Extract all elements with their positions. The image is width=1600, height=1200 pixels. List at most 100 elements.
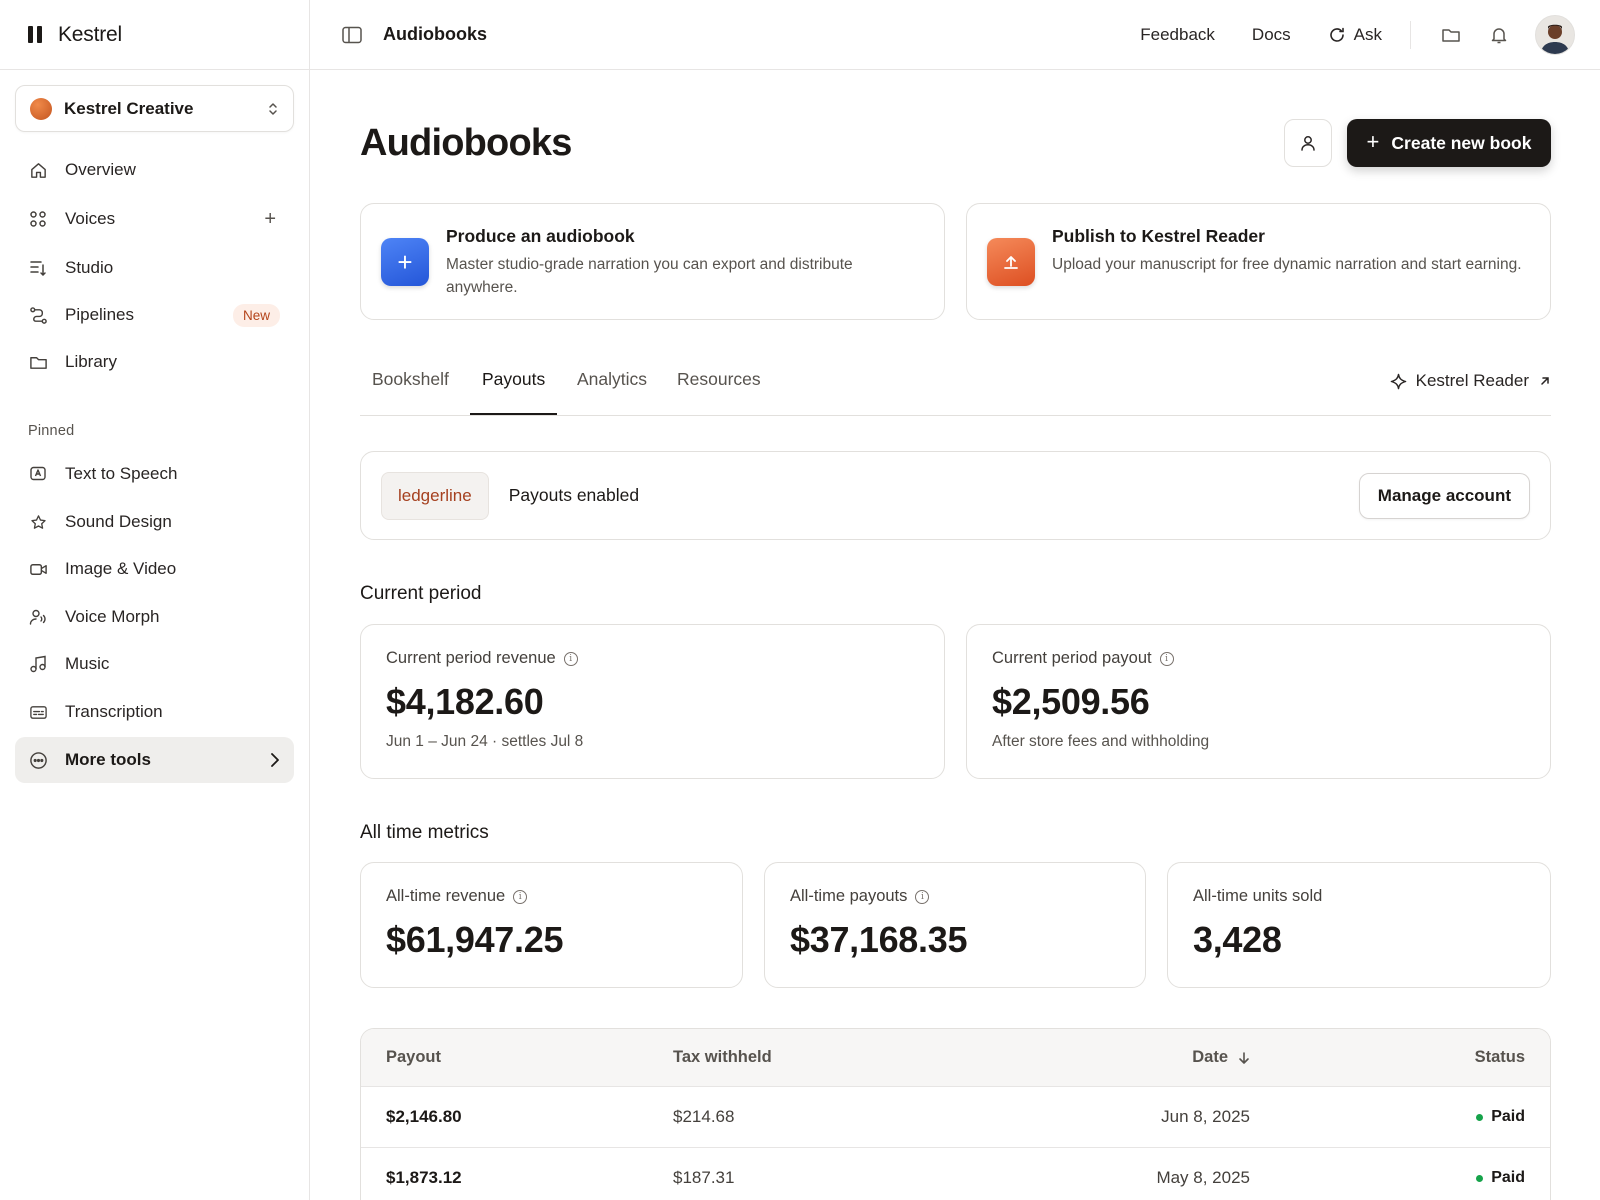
- column-header-payout[interactable]: Payout: [386, 1048, 441, 1067]
- metric-value: $2,509.56: [992, 681, 1150, 722]
- sidebar-item-music[interactable]: Music: [15, 641, 294, 687]
- sidebar-item-library[interactable]: Library: [15, 339, 294, 385]
- chevron-right-icon: [271, 753, 279, 767]
- plus-icon: +: [381, 238, 429, 286]
- sidebar-item-more-tools[interactable]: More tools: [15, 737, 294, 783]
- column-header-status[interactable]: Status: [1475, 1048, 1525, 1067]
- create-new-book-button[interactable]: + Create new book: [1347, 119, 1551, 167]
- voice-morph-icon: [28, 607, 48, 627]
- table-row[interactable]: $2,146.80 $214.68 Jun 8, 2025 Paid: [361, 1087, 1550, 1148]
- topbar-actions: Feedback Docs Ask: [1103, 14, 1575, 55]
- sidebar-item-overview[interactable]: Overview: [15, 147, 294, 193]
- metric-label: Current period payout: [992, 649, 1152, 667]
- new-badge: New: [232, 303, 280, 327]
- main-nav: Overview Voices + Studio Pipelines New L…: [15, 147, 294, 385]
- sparkle-icon: [1390, 373, 1406, 389]
- section-current-period: Current period: [360, 583, 482, 604]
- column-header-date[interactable]: Date: [1192, 1048, 1250, 1067]
- music-icon: [28, 654, 48, 674]
- cell-status: Paid: [1476, 1169, 1525, 1187]
- folder-icon[interactable]: [1441, 25, 1461, 45]
- tab-analytics[interactable]: Analytics: [565, 369, 659, 415]
- kestrel-logo-icon: [28, 26, 42, 43]
- sidebar-item-transcription[interactable]: Transcription: [15, 689, 294, 735]
- sidebar-item-label: Voice Morph: [65, 607, 160, 626]
- sidebar-item-text-to-speech[interactable]: Text to Speech: [15, 451, 294, 497]
- chevron-updown-icon: [269, 102, 277, 115]
- profile-button[interactable]: [1284, 119, 1332, 167]
- brand[interactable]: Kestrel: [0, 0, 309, 70]
- person-icon: [1301, 136, 1315, 151]
- tab-bar: Bookshelf Payouts Analytics Resources Ke…: [360, 355, 1551, 416]
- info-icon[interactable]: i: [563, 651, 578, 666]
- sidebar-item-label: Pipelines: [65, 305, 134, 324]
- kestrel-reader-link[interactable]: Kestrel Reader: [1390, 371, 1551, 391]
- payout-status: Payouts enabled: [508, 485, 640, 505]
- sidebar-item-voice-morph[interactable]: Voice Morph: [15, 594, 294, 640]
- folder-icon: [28, 352, 48, 372]
- sidebar-item-label: More tools: [65, 750, 151, 769]
- cell-tax: $187.31: [673, 1168, 735, 1187]
- transcription-icon: [28, 702, 48, 722]
- column-header-tax[interactable]: Tax withheld: [673, 1048, 772, 1067]
- pipeline-icon: [28, 305, 48, 325]
- docs-link[interactable]: Docs: [1252, 25, 1291, 45]
- tts-icon: [28, 464, 48, 484]
- sidebar: Kestrel Kestrel Creative Overview Voices…: [0, 0, 310, 1200]
- metric-all-time-revenue: All-time revenue i $61,947.25: [360, 862, 743, 988]
- sidebar-item-label: Overview: [65, 160, 136, 179]
- manage-account-button[interactable]: Manage account: [1358, 472, 1530, 519]
- workspace-avatar: [30, 97, 52, 120]
- cell-date: Jun 8, 2025: [1161, 1107, 1250, 1126]
- create-label: Create new book: [1391, 132, 1532, 153]
- feedback-link[interactable]: Feedback: [1140, 25, 1215, 45]
- sidebar-item-sound-design[interactable]: Sound Design: [15, 499, 294, 545]
- upload-icon: [987, 238, 1035, 286]
- metric-label: All-time revenue: [386, 887, 506, 905]
- sidebar-item-pipelines[interactable]: Pipelines New: [15, 292, 294, 338]
- tab-payouts[interactable]: Payouts: [470, 369, 558, 415]
- info-icon[interactable]: i: [513, 889, 528, 904]
- info-icon[interactable]: i: [915, 889, 930, 904]
- tab-bookshelf[interactable]: Bookshelf: [360, 369, 461, 415]
- avatar-portrait: [1541, 24, 1569, 54]
- sidebar-item-voices[interactable]: Voices +: [15, 196, 294, 242]
- pinned-nav: Text to Speech Sound Design Image & Vide…: [15, 451, 294, 783]
- metric-value: 3,428: [1193, 919, 1282, 960]
- metric-value: $37,168.35: [790, 919, 968, 960]
- ask-button[interactable]: Ask: [1328, 25, 1382, 45]
- tab-resources[interactable]: Resources: [665, 369, 773, 415]
- payouts-table: Payout Tax withheld Date Status $2,146.8…: [360, 1028, 1551, 1200]
- sort-down-icon: [1239, 1051, 1249, 1064]
- sidebar-toggle-icon[interactable]: [341, 24, 363, 46]
- sidebar-item-image-video[interactable]: Image & Video: [15, 546, 294, 592]
- sidebar-item-label: Sound Design: [65, 512, 172, 531]
- workspace-switcher[interactable]: Kestrel Creative: [15, 85, 294, 132]
- metric-label: All-time payouts: [790, 887, 908, 905]
- info-icon[interactable]: i: [1159, 651, 1174, 666]
- table-header: Payout Tax withheld Date Status: [361, 1029, 1550, 1087]
- sidebar-item-studio[interactable]: Studio: [15, 245, 294, 291]
- metric-label: Current period revenue: [386, 649, 556, 667]
- add-voice-button[interactable]: +: [264, 208, 276, 231]
- metric-all-time-payouts: All-time payouts i $37,168.35: [764, 862, 1146, 988]
- promo-description: Master studio-grade narration you can ex…: [446, 256, 853, 296]
- refresh-icon: [1329, 27, 1344, 42]
- sidebar-item-label: Transcription: [65, 702, 163, 721]
- topbar: Audiobooks Feedback Docs Ask: [310, 0, 1600, 70]
- promo-card-produce[interactable]: + Produce an audiobook Master studio-gra…: [360, 203, 945, 320]
- topbar-divider: [1410, 20, 1411, 49]
- table-row[interactable]: $1,873.12 $187.31 May 8, 2025 Paid: [361, 1148, 1550, 1200]
- metric-all-time-units: All-time units sold 3,428: [1167, 862, 1551, 988]
- cell-payout: $1,873.12: [386, 1168, 462, 1187]
- date-header-label: Date: [1192, 1048, 1228, 1066]
- sidebar-item-label: Text to Speech: [65, 464, 178, 483]
- more-circle-icon: [28, 750, 48, 770]
- metric-subtext: After store fees and withholding: [992, 733, 1210, 750]
- sidebar-item-label: Voices: [65, 209, 116, 228]
- user-avatar[interactable]: [1535, 14, 1575, 55]
- bell-icon[interactable]: [1489, 25, 1509, 45]
- video-icon: [28, 559, 48, 579]
- promo-card-publish[interactable]: Publish to Kestrel Reader Upload your ma…: [966, 203, 1551, 320]
- cell-status: Paid: [1476, 1108, 1525, 1126]
